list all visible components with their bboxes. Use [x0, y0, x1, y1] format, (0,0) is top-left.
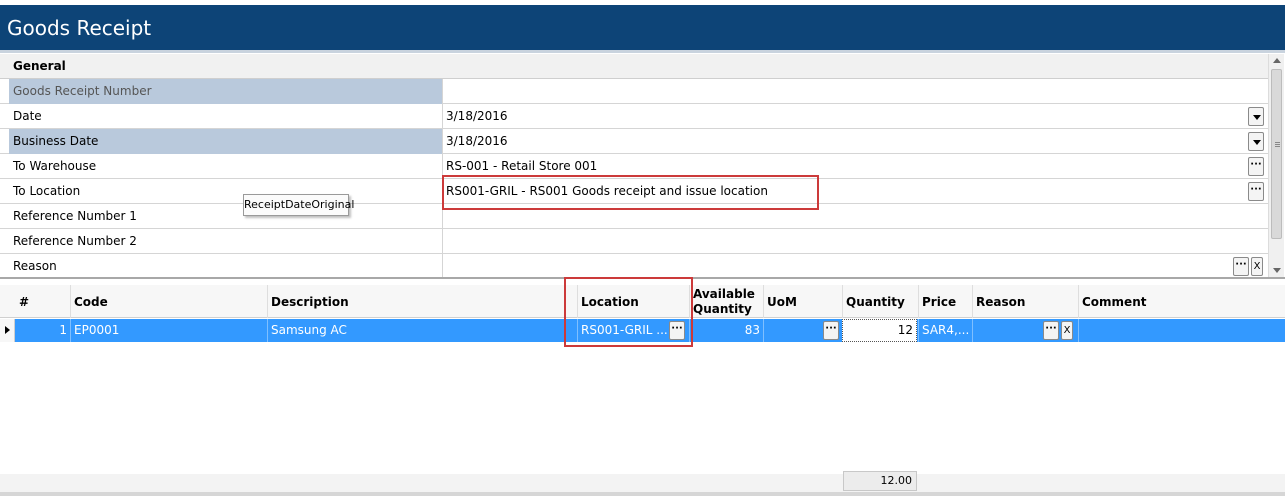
section-header-general[interactable]: General	[0, 54, 1268, 79]
title-divider	[0, 50, 1285, 53]
scroll-down-arrow-icon[interactable]	[1273, 268, 1281, 273]
col-header-price[interactable]: Price	[918, 285, 972, 318]
grid-header: # Code Description Location Available Qu…	[0, 285, 1285, 318]
cell-uom[interactable]	[763, 319, 823, 342]
column-divider	[442, 154, 443, 179]
column-divider	[442, 254, 443, 277]
prop-row-reason[interactable]: Reason ··· X	[0, 254, 1268, 277]
to-warehouse-field[interactable]: RS-001 - Retail Store 001	[446, 154, 597, 179]
to-location-browse-button[interactable]: ···	[1248, 182, 1264, 201]
column-divider	[442, 129, 443, 154]
date-field[interactable]: 3/18/2016	[446, 104, 508, 129]
cell-comment[interactable]	[1078, 319, 1285, 342]
col-header-uom[interactable]: UoM	[763, 285, 842, 318]
quantity-total: 12.00	[843, 471, 917, 491]
column-divider	[442, 204, 443, 229]
cell-code[interactable]: EP0001	[70, 319, 267, 342]
scroll-up-arrow-icon[interactable]	[1273, 58, 1281, 63]
prop-row-to-warehouse[interactable]: To Warehouse RS-001 - Retail Store 001 ·…	[0, 154, 1268, 179]
prop-label: Goods Receipt Number	[9, 79, 442, 104]
col-header-quantity[interactable]: Quantity	[842, 285, 918, 318]
bottom-border	[0, 492, 1285, 496]
business-date-field[interactable]: 3/18/2016	[446, 129, 508, 154]
date-dropdown-button[interactable]	[1248, 107, 1264, 126]
col-header-code[interactable]: Code	[70, 285, 267, 318]
prop-label: To Location	[13, 184, 81, 198]
prop-label: Business Date	[9, 129, 442, 154]
reason-clear-button[interactable]: X	[1251, 257, 1263, 276]
uom-browse-button[interactable]: ···	[823, 321, 839, 340]
prop-row-goods-receipt-number[interactable]: Goods Receipt Number	[0, 79, 1268, 104]
row-indicator-icon	[0, 319, 15, 342]
reason-browse-button[interactable]: ···	[1233, 257, 1249, 276]
table-row[interactable]: 1 EP0001 Samsung AC RS001-GRIL ... ··· 8…	[0, 319, 1285, 342]
tooltip: ReceiptDateOriginal	[243, 194, 354, 216]
location-browse-button[interactable]: ···	[669, 321, 685, 340]
prop-row-reference-number-2[interactable]: Reference Number 2	[0, 229, 1268, 254]
column-divider	[442, 104, 443, 129]
col-header-available-quantity[interactable]: Available Quantity	[689, 285, 763, 318]
prop-row-business-date[interactable]: Business Date 3/18/2016	[0, 129, 1268, 154]
prop-label: Reference Number 2	[13, 234, 137, 248]
cell-quantity-input[interactable]: 12	[842, 319, 917, 342]
property-scrollbar[interactable]	[1268, 54, 1284, 277]
cell-available-quantity[interactable]: 83	[689, 319, 763, 342]
column-divider	[442, 79, 443, 104]
col-header-available-line2: Quantity	[693, 301, 752, 316]
grip-icon	[1275, 142, 1280, 143]
column-divider	[442, 179, 443, 204]
cell-description[interactable]: Samsung AC	[267, 319, 577, 342]
prop-row-date[interactable]: Date 3/18/2016	[0, 104, 1268, 129]
title-bar: Goods Receipt	[0, 5, 1285, 50]
col-header-location[interactable]: Location	[577, 285, 689, 318]
panel-splitter[interactable]	[0, 277, 1285, 279]
col-header-comment[interactable]: Comment	[1078, 285, 1285, 318]
reason-browse-button[interactable]: ···	[1043, 321, 1059, 340]
col-header-number[interactable]: #	[16, 285, 69, 318]
to-warehouse-browse-button[interactable]: ···	[1248, 157, 1264, 176]
reason-clear-button[interactable]: X	[1061, 321, 1073, 340]
prop-label: Date	[13, 109, 42, 123]
prop-row-reference-number-1[interactable]: Reference Number 1	[0, 204, 1268, 229]
cell-location[interactable]: RS001-GRIL ...	[577, 319, 669, 342]
grid-footer	[0, 474, 1285, 492]
property-grid: General Goods Receipt Number Date 3/18/2…	[0, 54, 1268, 277]
cell-price[interactable]: SAR4,...	[918, 319, 972, 342]
col-header-description[interactable]: Description	[267, 285, 577, 318]
prop-label: Reason	[13, 259, 57, 273]
scroll-thumb[interactable]	[1271, 69, 1282, 239]
cell-reason[interactable]	[972, 319, 1043, 342]
prop-label: To Warehouse	[13, 159, 97, 173]
window-title: Goods Receipt	[7, 16, 152, 40]
col-header-available-line1: Available	[693, 286, 755, 301]
business-date-dropdown-button[interactable]	[1248, 132, 1264, 151]
section-title: General	[13, 59, 66, 73]
to-location-field[interactable]: RS001-GRIL - RS001 Goods receipt and iss…	[446, 179, 768, 204]
column-divider	[442, 229, 443, 254]
prop-row-to-location[interactable]: To Location RS001-GRIL - RS001 Goods rec…	[0, 179, 1268, 204]
cell-number[interactable]: 1	[16, 319, 70, 342]
col-header-reason[interactable]: Reason	[972, 285, 1078, 318]
prop-label: Reference Number 1	[13, 209, 137, 223]
